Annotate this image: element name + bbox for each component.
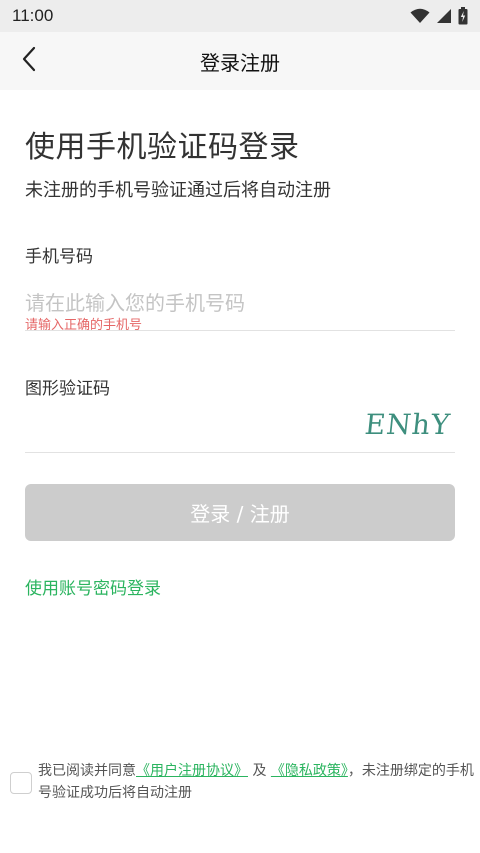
login-form: 使用手机验证码登录 未注册的手机号验证通过后将自动注册 手机号码 请输入正确的手… bbox=[0, 90, 480, 853]
chevron-left-icon bbox=[21, 46, 37, 76]
privacy-policy-link[interactable]: 《隐私政策》 bbox=[271, 763, 348, 779]
signal-icon bbox=[436, 8, 452, 24]
agreement-checkbox[interactable] bbox=[10, 772, 32, 794]
battery-icon bbox=[458, 7, 468, 25]
status-time: 11:00 bbox=[12, 6, 54, 25]
captcha-image-text: ENhY bbox=[363, 407, 453, 441]
password-login-link[interactable]: 使用账号密码登录 bbox=[25, 574, 161, 599]
page-title: 登录注册 bbox=[200, 50, 280, 75]
back-button[interactable] bbox=[14, 46, 44, 76]
status-bar: 11:00 bbox=[0, 0, 480, 32]
user-agreement-link[interactable]: 《用户注册协议》 bbox=[136, 763, 248, 779]
agreement-conjunction: 及 bbox=[248, 763, 271, 779]
wifi-icon bbox=[410, 8, 430, 24]
status-icons bbox=[410, 7, 468, 25]
phone-label: 手机号码 bbox=[25, 247, 93, 267]
login-screen: 11:00 登录注册 使用手机验证码登录 未注册的手机号验证通过后将自动注册 手… bbox=[0, 0, 480, 853]
form-subtitle: 未注册的手机号验证通过后将自动注册 bbox=[25, 180, 331, 201]
agreement-prefix: 我已阅读并同意 bbox=[38, 763, 136, 779]
agreement-text: 我已阅读并同意《用户注册协议》 及 《隐私政策》，未注册绑定的手机号验证成功后将… bbox=[38, 760, 475, 804]
captcha-label: 图形验证码 bbox=[25, 379, 110, 399]
phone-divider bbox=[25, 330, 455, 331]
login-register-button[interactable]: 登录 / 注册 bbox=[25, 484, 455, 541]
agreement-row: 我已阅读并同意《用户注册协议》 及 《隐私政策》，未注册绑定的手机号验证成功后将… bbox=[10, 760, 475, 804]
form-title: 使用手机验证码登录 bbox=[25, 130, 300, 165]
captcha-input[interactable] bbox=[25, 408, 345, 442]
header: 登录注册 bbox=[0, 32, 480, 90]
captcha-image[interactable]: ENhY bbox=[364, 404, 453, 444]
captcha-divider bbox=[25, 452, 455, 453]
